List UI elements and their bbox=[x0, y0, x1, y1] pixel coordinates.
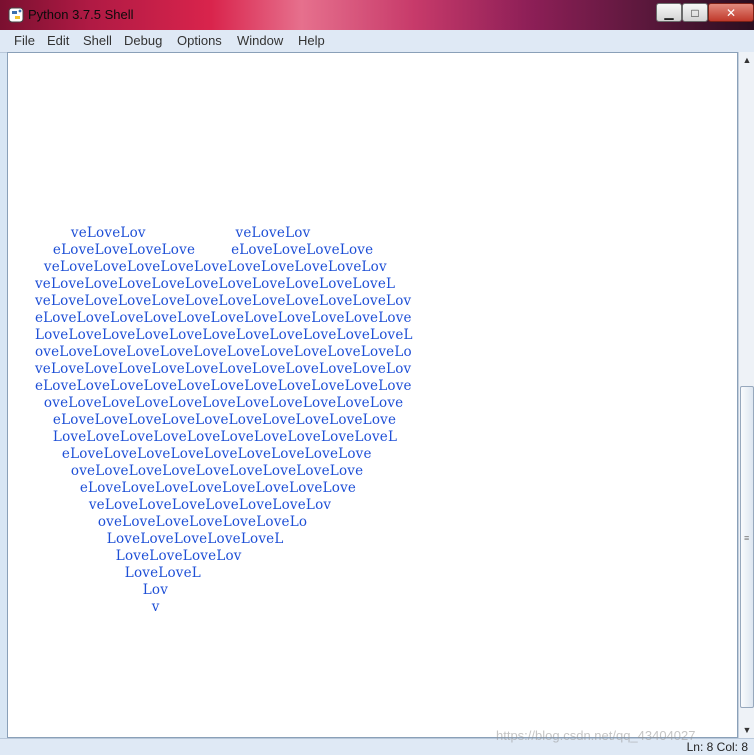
output-line: LoveLoveLoveLoveLoveLoveLoveLoveLoveLove… bbox=[8, 429, 398, 445]
menu-help[interactable]: Help bbox=[298, 33, 325, 48]
output-line: veLoveLoveLoveLoveLoveLoveLoveLoveLoveLo… bbox=[8, 361, 412, 377]
maximize-icon: □ bbox=[691, 5, 699, 20]
output-line: veLoveLoveLoveLoveLoveLoveLov bbox=[8, 497, 332, 513]
menu-options[interactable]: Options bbox=[177, 33, 222, 48]
output-line: eLoveLoveLoveLoveLoveLoveLoveLoveLove bbox=[8, 446, 372, 462]
output-line: LoveLoveL bbox=[8, 565, 201, 581]
menu-file[interactable]: File bbox=[14, 33, 35, 48]
output-line: veLoveLoveLoveLoveLoveLoveLoveLoveLoveLo… bbox=[8, 259, 387, 275]
output-line: Lov bbox=[8, 582, 169, 598]
output-line: eLoveLoveLoveLoveLoveLoveLoveLoveLoveLov… bbox=[8, 310, 412, 326]
idle-shell-window: Python 3.7.5 Shell ▁ □ ✕ File Edit Shell… bbox=[0, 0, 754, 755]
output-line: LoveLoveLoveLoveLoveL bbox=[8, 531, 284, 547]
menu-debug[interactable]: Debug bbox=[124, 33, 162, 48]
minimize-icon: ▁ bbox=[664, 5, 674, 20]
output-line: LoveLoveLoveLoveLoveLoveLoveLoveLoveLove… bbox=[8, 327, 413, 343]
shell-text-area[interactable]: veLoveLov veLoveLov eLoveLoveLoveLove eL… bbox=[7, 52, 738, 738]
menu-shell[interactable]: Shell bbox=[83, 33, 112, 48]
output-line: v bbox=[8, 599, 160, 615]
watermark: https://blog.csdn.net/qq_43404027 bbox=[496, 728, 696, 743]
close-icon: ✕ bbox=[725, 5, 737, 20]
window-title: Python 3.7.5 Shell bbox=[28, 7, 134, 22]
close-button[interactable]: ✕ bbox=[708, 3, 754, 22]
scrollbar-thumb[interactable]: ≡ bbox=[740, 386, 754, 708]
title-bar[interactable]: Python 3.7.5 Shell ▁ □ ✕ bbox=[0, 0, 754, 30]
output-line: veLoveLoveLoveLoveLoveLoveLoveLoveLoveLo… bbox=[8, 276, 396, 292]
output-line: eLoveLoveLoveLove eLoveLoveLoveLove bbox=[8, 242, 374, 258]
menu-edit[interactable]: Edit bbox=[47, 33, 69, 48]
output-line: oveLoveLoveLoveLoveLoveLoveLoveLoveLoveL… bbox=[8, 395, 404, 411]
output-line: eLoveLoveLoveLoveLoveLoveLoveLoveLoveLov… bbox=[8, 412, 397, 428]
output-line: eLoveLoveLoveLoveLoveLoveLoveLoveLoveLov… bbox=[8, 378, 412, 394]
output-line: oveLoveLoveLoveLoveLoveLo bbox=[8, 514, 308, 530]
output-line: eLoveLoveLoveLoveLoveLoveLoveLove bbox=[8, 480, 357, 496]
menu-bar: File Edit Shell Debug Options Window Hel… bbox=[0, 30, 754, 53]
output-line: oveLoveLoveLoveLoveLoveLoveLoveLoveLoveL… bbox=[8, 344, 412, 360]
minimize-button[interactable]: ▁ bbox=[656, 3, 682, 22]
output-line: veLoveLov veLoveLov bbox=[8, 225, 311, 241]
python-icon bbox=[8, 7, 24, 23]
output-line: oveLoveLoveLoveLoveLoveLoveLoveLove bbox=[8, 463, 364, 479]
grip-icon: ≡ bbox=[744, 533, 750, 543]
output-line: veLoveLoveLoveLoveLoveLoveLoveLoveLoveLo… bbox=[8, 293, 412, 309]
cursor-position: Ln: 8 Col: 8 bbox=[686, 740, 748, 754]
menu-window[interactable]: Window bbox=[237, 33, 283, 48]
output-line: LoveLoveLoveLov bbox=[8, 548, 242, 564]
scroll-up-arrow-icon[interactable]: ▲ bbox=[739, 52, 754, 68]
maximize-button[interactable]: □ bbox=[682, 3, 708, 22]
vertical-scrollbar[interactable]: ▲ ≡ ▼ bbox=[738, 52, 754, 738]
scroll-down-arrow-icon[interactable]: ▼ bbox=[739, 722, 754, 738]
